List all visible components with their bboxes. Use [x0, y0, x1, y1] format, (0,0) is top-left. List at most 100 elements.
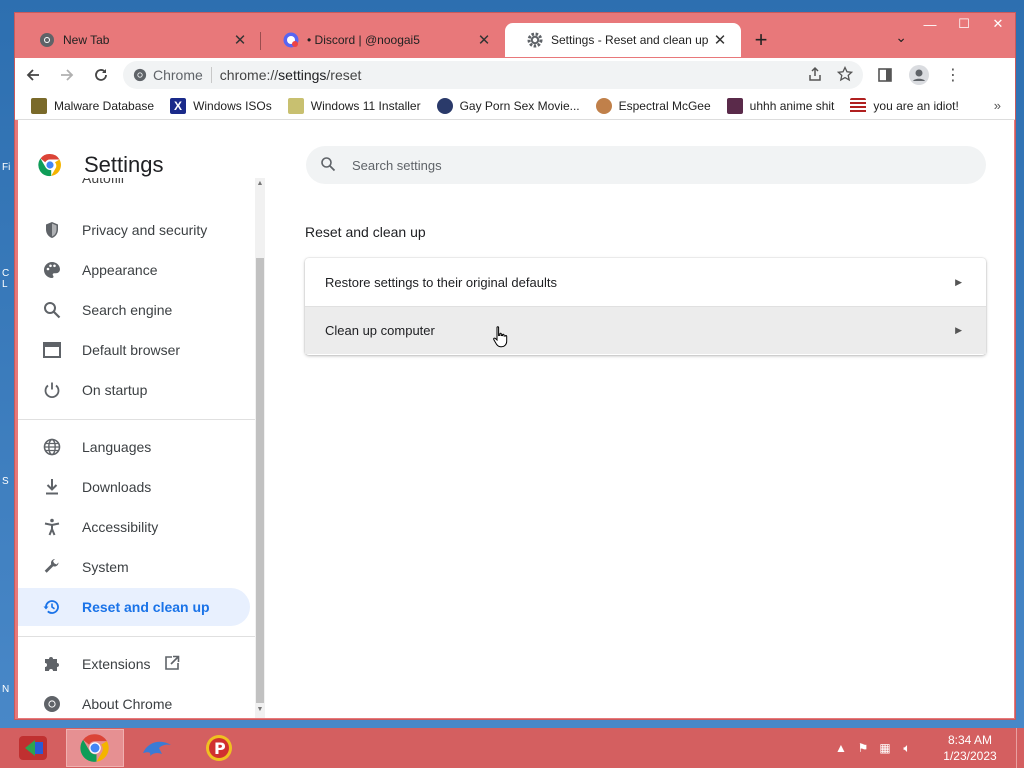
reset-card: Restore settings to their original defau… — [305, 258, 986, 355]
tab-close-icon[interactable]: ✕ — [231, 31, 249, 49]
taskbar-app-dolphin[interactable] — [128, 729, 186, 767]
browser-window-icon — [42, 340, 62, 360]
network-icon[interactable]: ▦ — [874, 737, 896, 759]
palette-icon — [42, 260, 62, 280]
chrome-logo-icon — [38, 153, 62, 177]
discord-icon — [283, 32, 299, 48]
history-icon — [42, 597, 62, 617]
back-button[interactable] — [17, 60, 49, 90]
maximize-button[interactable]: ☐ — [947, 13, 981, 35]
settings-header: Settings — [38, 152, 164, 178]
show-desktop-button[interactable] — [1016, 728, 1024, 768]
chrome-icon — [39, 32, 55, 48]
bookmark-item[interactable]: Gay Porn Sex Movie... — [436, 97, 580, 114]
chrome-icon — [42, 694, 62, 714]
close-button[interactable]: ✕ — [981, 13, 1015, 35]
clock-time: 8:34 AM — [947, 733, 993, 747]
gear-icon — [527, 32, 543, 48]
tab-close-icon[interactable]: ✕ — [711, 31, 729, 49]
bookmarks-overflow-icon[interactable]: » — [994, 98, 1001, 113]
scroll-down-icon[interactable]: ▼ — [255, 706, 265, 716]
desktop-icon-fragment: CL — [2, 268, 10, 290]
sidebar-item-reset-and-clean-up[interactable]: Reset and clean up — [18, 588, 250, 626]
sidebar-item-extensions[interactable]: Extensions — [18, 645, 250, 683]
bookmark-favicon-icon — [850, 97, 867, 114]
tab-close-icon[interactable]: ✕ — [475, 31, 493, 49]
tab-label: Settings - Reset and clean up — [551, 33, 709, 47]
settings-main: Search settings Reset and clean up Resto… — [288, 120, 998, 718]
sidebar-divider — [18, 636, 258, 637]
new-tab-button[interactable]: + — [741, 23, 781, 57]
desktop-icon-fragment: N — [2, 684, 10, 695]
bookmark-item[interactable]: X Windows ISOs — [170, 97, 272, 114]
bookmark-favicon-icon — [436, 97, 453, 114]
share-icon[interactable] — [807, 66, 823, 85]
sidebar-item-appearance[interactable]: Appearance — [18, 251, 250, 289]
site-chip[interactable]: Chrome — [133, 67, 212, 83]
bookmark-item[interactable]: Espectral McGee — [595, 97, 711, 114]
desktop-icon-fragment: Fi — [2, 162, 11, 173]
taskbar-app-chrome[interactable] — [66, 729, 124, 767]
scroll-up-icon[interactable]: ▲ — [255, 180, 265, 190]
sidebar-item-on-startup[interactable]: On startup — [18, 371, 250, 409]
chrome-icon — [133, 68, 147, 82]
desktop-icon-fragment: S — [2, 476, 9, 487]
hand-cursor-icon — [493, 326, 508, 348]
sidebar-item-privacy[interactable]: Privacy and security — [18, 211, 250, 249]
sidebar-item-system[interactable]: System — [18, 548, 250, 586]
p-app-icon: P — [206, 735, 232, 761]
sidebar-clipped-item: Autofill — [82, 178, 125, 186]
clock[interactable]: 8:34 AM 1/23/2023 — [924, 732, 1016, 764]
volume-icon[interactable]: 🔈︎ — [896, 737, 918, 759]
sidebar-item-languages[interactable]: Languages — [18, 428, 250, 466]
side-panel-icon[interactable] — [871, 61, 899, 89]
chevron-right-icon: ▶ — [955, 325, 962, 335]
sidebar-item-about-chrome[interactable]: About Chrome — [18, 685, 250, 723]
tab-discord[interactable]: • Discord | @noogai5 ✕ — [261, 23, 505, 57]
reload-button[interactable] — [85, 60, 117, 90]
bookmark-item[interactable]: Windows 11 Installer — [287, 97, 421, 114]
show-hidden-icons-icon[interactable]: ▲ — [830, 737, 852, 759]
minimize-button[interactable]: — — [913, 13, 947, 35]
open-in-new-icon — [164, 655, 180, 674]
search-icon — [320, 156, 338, 175]
site-label: Chrome — [153, 67, 203, 83]
bookmark-item[interactable]: you are an idiot! — [850, 97, 959, 114]
sidebar-item-search-engine[interactable]: Search engine — [18, 291, 250, 329]
tab-label: New Tab — [63, 33, 110, 47]
forward-button[interactable] — [51, 60, 83, 90]
sidebar-item-accessibility[interactable]: Accessibility — [18, 508, 250, 546]
bookmark-item[interactable]: Malware Database — [31, 97, 154, 114]
tab-new-tab[interactable]: New Tab ✕ — [17, 23, 261, 57]
bookmark-favicon-icon — [726, 97, 743, 114]
sidebar-scrollbar[interactable]: ▲ ▼ — [255, 178, 265, 718]
tab-search-chevron-icon[interactable]: ⌄ — [895, 29, 907, 46]
shield-icon — [42, 220, 62, 240]
clean-up-computer-row[interactable]: Clean up computer ▶ — [305, 306, 986, 354]
bookmark-favicon-icon — [595, 97, 612, 114]
search-settings-input[interactable]: Search settings — [306, 146, 986, 184]
search-placeholder: Search settings — [352, 157, 442, 173]
sidebar-item-downloads[interactable]: Downloads — [18, 468, 250, 506]
taskbar-app-mediaplayer[interactable] — [4, 729, 62, 767]
url-text: chrome://settings/reset — [219, 67, 362, 83]
bookmark-item[interactable]: uhhh anime shit — [726, 97, 834, 114]
taskbar-app-p[interactable]: P — [190, 729, 248, 767]
menu-kebab-icon[interactable]: ⋮ — [939, 61, 967, 89]
sidebar-item-default-browser[interactable]: Default browser — [18, 331, 250, 369]
restore-defaults-row[interactable]: Restore settings to their original defau… — [305, 258, 986, 306]
bookmark-star-icon[interactable] — [836, 65, 854, 85]
bookmark-favicon-icon: X — [170, 97, 187, 114]
tab-settings[interactable]: Settings - Reset and clean up ✕ — [505, 23, 741, 57]
flag-icon[interactable]: ⚑ — [852, 737, 874, 759]
puzzle-icon — [42, 654, 62, 674]
chrome-icon — [80, 734, 109, 762]
wrench-icon — [42, 557, 62, 577]
address-bar[interactable]: Chrome chrome://settings/reset — [123, 61, 863, 89]
chevron-right-icon: ▶ — [955, 276, 962, 287]
sidebar-divider — [18, 419, 258, 420]
scrollbar-thumb[interactable] — [256, 258, 264, 703]
toolbar: Chrome chrome://settings/reset ⋮ — [15, 58, 1015, 92]
media-player-icon — [19, 736, 47, 760]
profile-avatar-icon[interactable] — [905, 61, 933, 89]
